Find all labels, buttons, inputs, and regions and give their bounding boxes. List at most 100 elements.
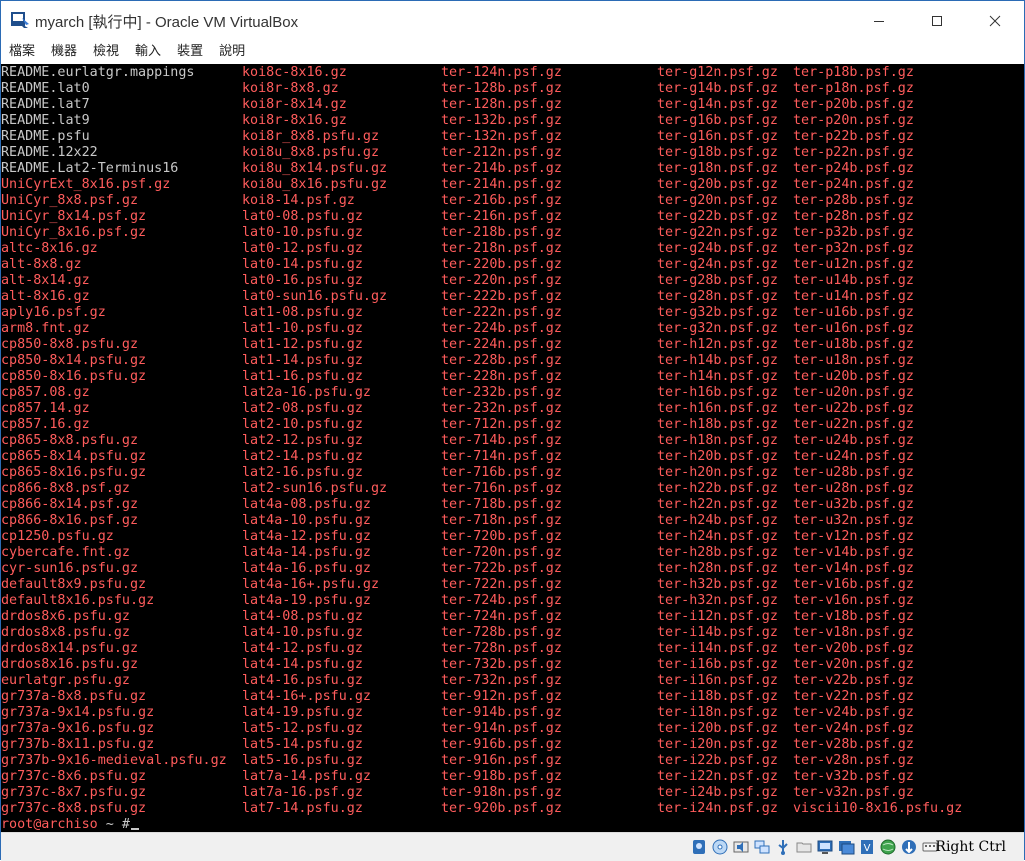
menu-file[interactable]: 檔案 [1, 40, 43, 64]
file-entry: gr737a-9x14.psfu.gz [1, 705, 155, 720]
shared-folder-icon[interactable] [794, 837, 814, 857]
file-entry: ter-v22n.psf.gz [793, 689, 914, 704]
file-entry: gr737a-8x8.psfu.gz [1, 689, 147, 704]
file-entry: ter-u18n.psf.gz [793, 353, 914, 368]
file-entry: ter-h22n.psf.gz [657, 497, 778, 512]
virtualization-icon[interactable]: V [857, 837, 877, 857]
file-entry: README.lat0 [1, 81, 90, 96]
file-entry: lat4-14.psfu.gz [242, 657, 363, 672]
file-entry: ter-128n.psf.gz [441, 97, 562, 112]
file-entry: lat2a-16.psfu.gz [242, 385, 371, 400]
terminal-line: cp866-8x16.psf.gz lat4a-10.psfu.gz ter-718… [1, 513, 1024, 529]
file-entry: ter-g14n.psf.gz [657, 97, 778, 112]
file-entry: ter-728n.psf.gz [441, 641, 562, 656]
file-entry: lat0-10.psfu.gz [242, 225, 363, 240]
file-entry: ter-214n.psf.gz [441, 177, 562, 192]
prompt-path: ~ # [97, 817, 130, 832]
file-entry: lat2-08.psfu.gz [242, 401, 363, 416]
vm-console-screen[interactable]: README.eurlatgr.mappings koi8c-8x16.gz ter… [1, 64, 1024, 832]
file-entry: ter-g28n.psf.gz [657, 289, 778, 304]
file-entry: UniCyr_8x16.psf.gz [1, 225, 147, 240]
file-entry: ter-218n.psf.gz [441, 241, 562, 256]
file-entry: ter-g20n.psf.gz [657, 193, 778, 208]
optical-drive-icon[interactable] [710, 837, 730, 857]
file-entry: lat5-12.psfu.gz [242, 721, 363, 736]
file-entry: cp865-8x14.psfu.gz [1, 449, 147, 464]
file-entry: ter-p20n.psf.gz [793, 113, 914, 128]
file-entry: ter-914n.psf.gz [441, 721, 562, 736]
file-entry: ter-714b.psf.gz [441, 433, 562, 448]
file-entry: ter-g20b.psf.gz [657, 177, 778, 192]
file-entry: ter-v14n.psf.gz [793, 561, 914, 576]
file-entry: koi8u_8x16.psfu.gz [242, 177, 388, 192]
file-entry: ter-p24b.psf.gz [793, 161, 914, 176]
file-entry: gr737a-9x16.psfu.gz [1, 721, 155, 736]
globe-icon[interactable] [878, 837, 898, 857]
file-entry: ter-u22b.psf.gz [793, 401, 914, 416]
file-entry: ter-722n.psf.gz [441, 577, 562, 592]
mouse-integration-icon[interactable] [899, 837, 919, 857]
file-entry: alt-8x16.gz [1, 289, 90, 304]
file-entry: cp865-8x8.psfu.gz [1, 433, 139, 448]
file-entry: lat4-19.psfu.gz [242, 705, 363, 720]
terminal-line: cp850-8x14.psfu.gz lat1-14.psfu.gz ter-228… [1, 353, 1024, 369]
file-entry: ter-g16n.psf.gz [657, 129, 778, 144]
file-entry: ter-v12n.psf.gz [793, 529, 914, 544]
status-indicators: V [689, 837, 940, 857]
terminal-line: cp865-8x8.psfu.gz lat2-12.psfu.gz ter-714b… [1, 433, 1024, 449]
file-entry: ter-h28n.psf.gz [657, 561, 778, 576]
menu-help[interactable]: 說明 [211, 40, 253, 64]
file-entry: lat7a-16.psf.gz [242, 785, 363, 800]
file-entry: koi8c-8x16.gz [242, 65, 347, 80]
hard-disk-icon[interactable] [689, 837, 709, 857]
file-entry: lat7-14.psfu.gz [242, 801, 363, 816]
file-entry: ter-h12n.psf.gz [657, 337, 778, 352]
file-entry: ter-718n.psf.gz [441, 513, 562, 528]
file-entry: lat2-14.psfu.gz [242, 449, 363, 464]
terminal-line: alt-8x14.gz lat0-16.psfu.gz ter-220n.psf.g… [1, 273, 1024, 289]
menu-devices[interactable]: 裝置 [169, 40, 211, 64]
display-icon[interactable] [815, 837, 835, 857]
menu-input[interactable]: 輸入 [127, 40, 169, 64]
audio-icon[interactable] [731, 837, 751, 857]
close-button[interactable] [966, 1, 1024, 40]
file-entry: ter-u24n.psf.gz [793, 449, 914, 464]
file-entry: ter-i22n.psf.gz [657, 769, 778, 784]
file-entry: lat4a-16+.psfu.gz [242, 577, 380, 592]
terminal-line: altc-8x16.gz lat0-12.psfu.gz ter-218n.psf.… [1, 241, 1024, 257]
file-entry: cp1250.psfu.gz [1, 529, 114, 544]
file-entry: koi8r_8x8.psfu.gz [242, 129, 380, 144]
usb-icon[interactable] [773, 837, 793, 857]
recording-icon[interactable] [836, 837, 856, 857]
file-entry: drdos8x6.psfu.gz [1, 609, 130, 624]
file-entry: lat2-sun16.psfu.gz [242, 481, 388, 496]
file-entry: ter-h32n.psf.gz [657, 593, 778, 608]
network-icon[interactable] [752, 837, 772, 857]
menu-view[interactable]: 檢視 [85, 40, 127, 64]
prompt-user-host: root@archiso [1, 817, 98, 832]
file-entry: lat1-12.psfu.gz [242, 337, 363, 352]
file-entry: ter-v24b.psf.gz [793, 705, 914, 720]
file-entry: ter-p18n.psf.gz [793, 81, 914, 96]
file-entry: ter-v28b.psf.gz [793, 737, 914, 752]
minimize-button[interactable] [850, 1, 908, 40]
text-cursor [131, 828, 139, 830]
file-entry: ter-g18b.psf.gz [657, 145, 778, 160]
file-entry: koi8u_8x8.psfu.gz [242, 145, 380, 160]
title-bar[interactable]: myarch [執行中] - Oracle VM VirtualBox [1, 1, 1024, 40]
file-entry: UniCyr_8x14.psf.gz [1, 209, 147, 224]
file-entry: koi8-14.psf.gz [242, 193, 355, 208]
file-entry: ter-h24b.psf.gz [657, 513, 778, 528]
terminal-line: default8x16.psfu.gz lat4a-19.psfu.gz ter-7… [1, 593, 1024, 609]
minimize-icon [873, 15, 885, 27]
file-entry: lat2-12.psfu.gz [242, 433, 363, 448]
maximize-button[interactable] [908, 1, 966, 40]
file-entry: ter-i20b.psf.gz [657, 721, 778, 736]
file-entry: ter-u16n.psf.gz [793, 321, 914, 336]
file-entry: arm8.fnt.gz [1, 321, 90, 336]
menu-machine[interactable]: 機器 [43, 40, 85, 64]
file-entry: ter-u12n.psf.gz [793, 257, 914, 272]
file-entry: lat2-10.psfu.gz [242, 417, 363, 432]
file-entry: lat4a-14.psfu.gz [242, 545, 371, 560]
file-entry: ter-p32b.psf.gz [793, 225, 914, 240]
